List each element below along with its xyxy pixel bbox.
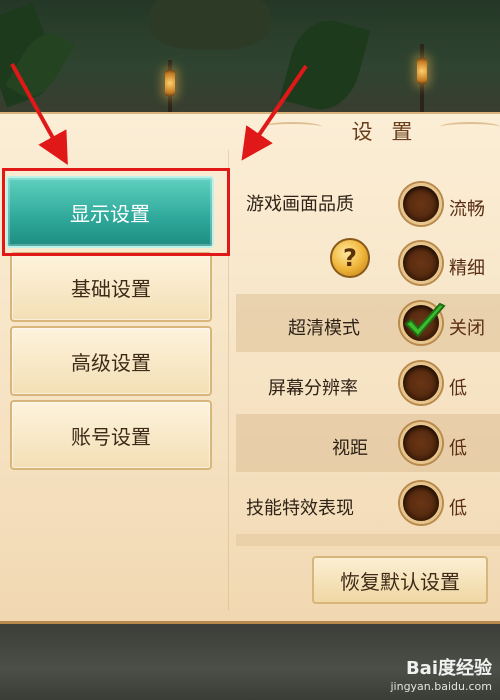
option-fine: 精细 (449, 258, 485, 279)
game-scene-background (0, 0, 500, 120)
tab-account-settings[interactable]: 账号设置 (10, 400, 212, 470)
setting-label-skill-effects: 技能特效表现 (246, 498, 354, 519)
row-background (236, 534, 500, 546)
checkmark-icon (404, 302, 446, 338)
foliage (279, 12, 371, 118)
option-resolution-low: 低 (449, 378, 467, 399)
panel-divider (228, 150, 229, 610)
radio-skill-effects[interactable] (400, 482, 442, 524)
radio-fine[interactable] (400, 242, 442, 284)
option-view-distance-low: 低 (449, 438, 467, 459)
watermark-brand: Bai度经验 (405, 658, 492, 679)
tab-advanced-settings[interactable]: 高级设置 (10, 326, 212, 396)
setting-label-graphics-quality: 游戏画面品质 (246, 194, 354, 215)
setting-label-ultra-hd: 超清模式 (288, 318, 360, 339)
lantern (417, 58, 427, 84)
setting-label-resolution: 屏幕分辨率 (268, 378, 358, 399)
radio-smooth[interactable] (400, 183, 442, 225)
title-ornament (262, 122, 322, 132)
restore-defaults-button[interactable]: 恢复默认设置 (312, 556, 488, 604)
panel-title: 设 置 (351, 120, 419, 144)
radio-view-distance[interactable] (400, 422, 442, 464)
watermark-url: jingyan.baidu.com (390, 680, 492, 693)
tab-basic-settings[interactable]: 基础设置 (10, 252, 212, 322)
option-skill-effects-low: 低 (449, 498, 467, 519)
setting-label-view-distance: 视距 (332, 438, 368, 459)
baidu-jingyan-watermark: Bai度经验 jingyan.baidu.com (350, 654, 496, 698)
tab-display-settings[interactable]: 显示设置 (6, 176, 214, 248)
title-ornament (440, 122, 500, 132)
lantern (165, 70, 175, 96)
help-icon[interactable]: ? (330, 238, 370, 278)
rock (150, 0, 270, 50)
option-smooth: 流畅 (449, 199, 485, 220)
radio-resolution[interactable] (400, 362, 442, 404)
option-off: 关闭 (449, 318, 485, 339)
